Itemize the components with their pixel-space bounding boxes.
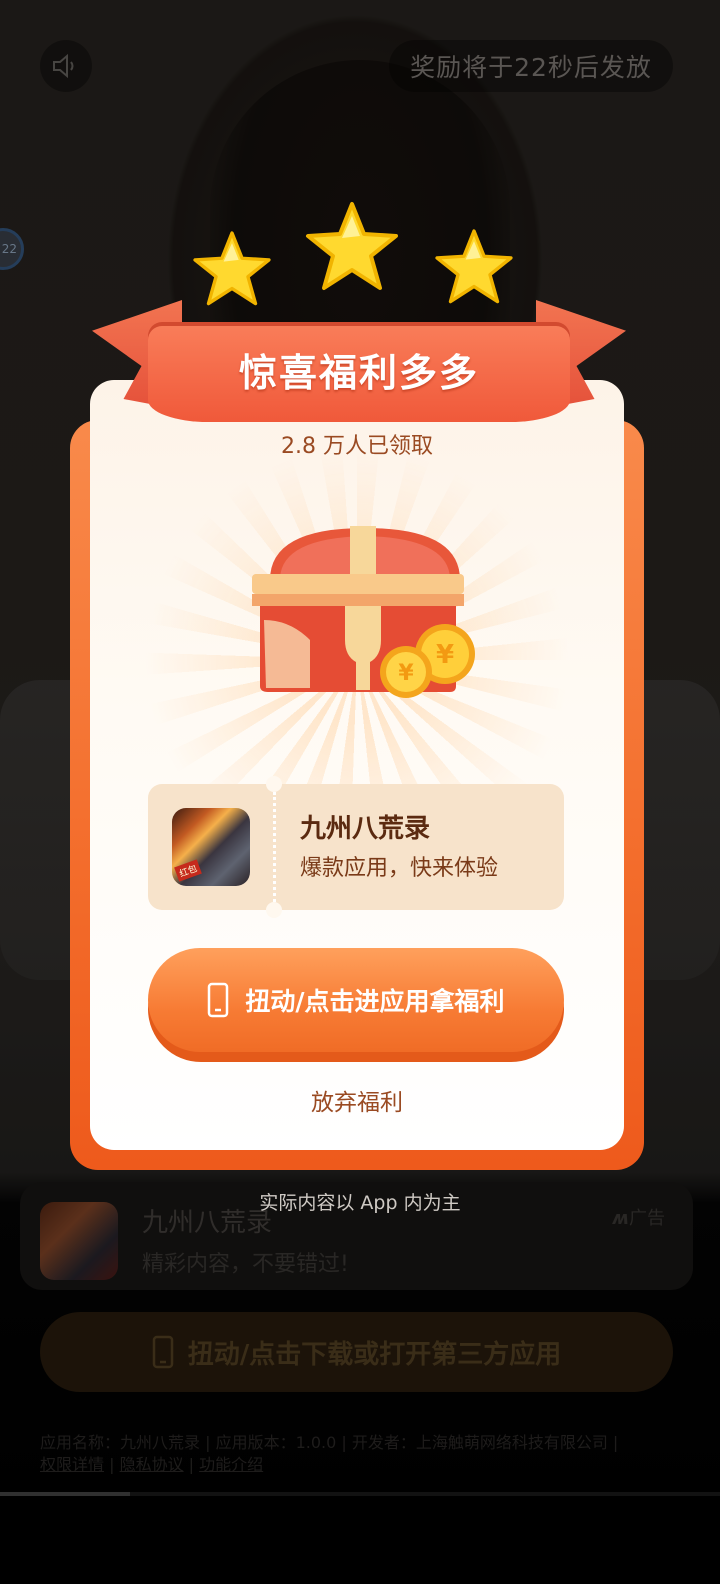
app-icon-tag: 红包 — [174, 859, 202, 882]
star-icon-center — [306, 202, 398, 290]
button-face[interactable]: 扭动/点击进应用拿福利 — [148, 948, 564, 1052]
app-name: 九州八荒录 — [300, 814, 431, 844]
star-icon-left — [193, 231, 271, 306]
app-subtitle: 爆款应用，快来体验 — [300, 856, 499, 881]
give-up-link[interactable]: 放弃福利 — [90, 1083, 624, 1117]
claimed-count: 2.8 万人已领取 — [281, 434, 433, 459]
star-icon-right — [435, 229, 513, 304]
app-card[interactable]: 红包 九州八荒录 爆款应用，快来体验 — [148, 776, 564, 918]
svg-text:¥: ¥ — [398, 661, 414, 686]
app-icon: 红包 — [172, 808, 250, 886]
enter-app-button[interactable]: 扭动/点击进应用拿福利 — [148, 948, 564, 1062]
ticket-notch — [266, 776, 282, 792]
svg-text:¥: ¥ — [436, 640, 454, 670]
enter-app-label: 扭动/点击进应用拿福利 — [245, 987, 505, 1016]
phone-icon — [208, 982, 229, 1018]
treasure-chest-icon: ¥ ¥ — [252, 526, 475, 698]
popup-title: 惊喜福利多多 — [238, 351, 479, 395]
content-disclaimer: 实际内容以 App 内为主 — [259, 1192, 461, 1214]
ticket-notch — [266, 902, 282, 918]
ticket-perforation — [273, 792, 276, 902]
